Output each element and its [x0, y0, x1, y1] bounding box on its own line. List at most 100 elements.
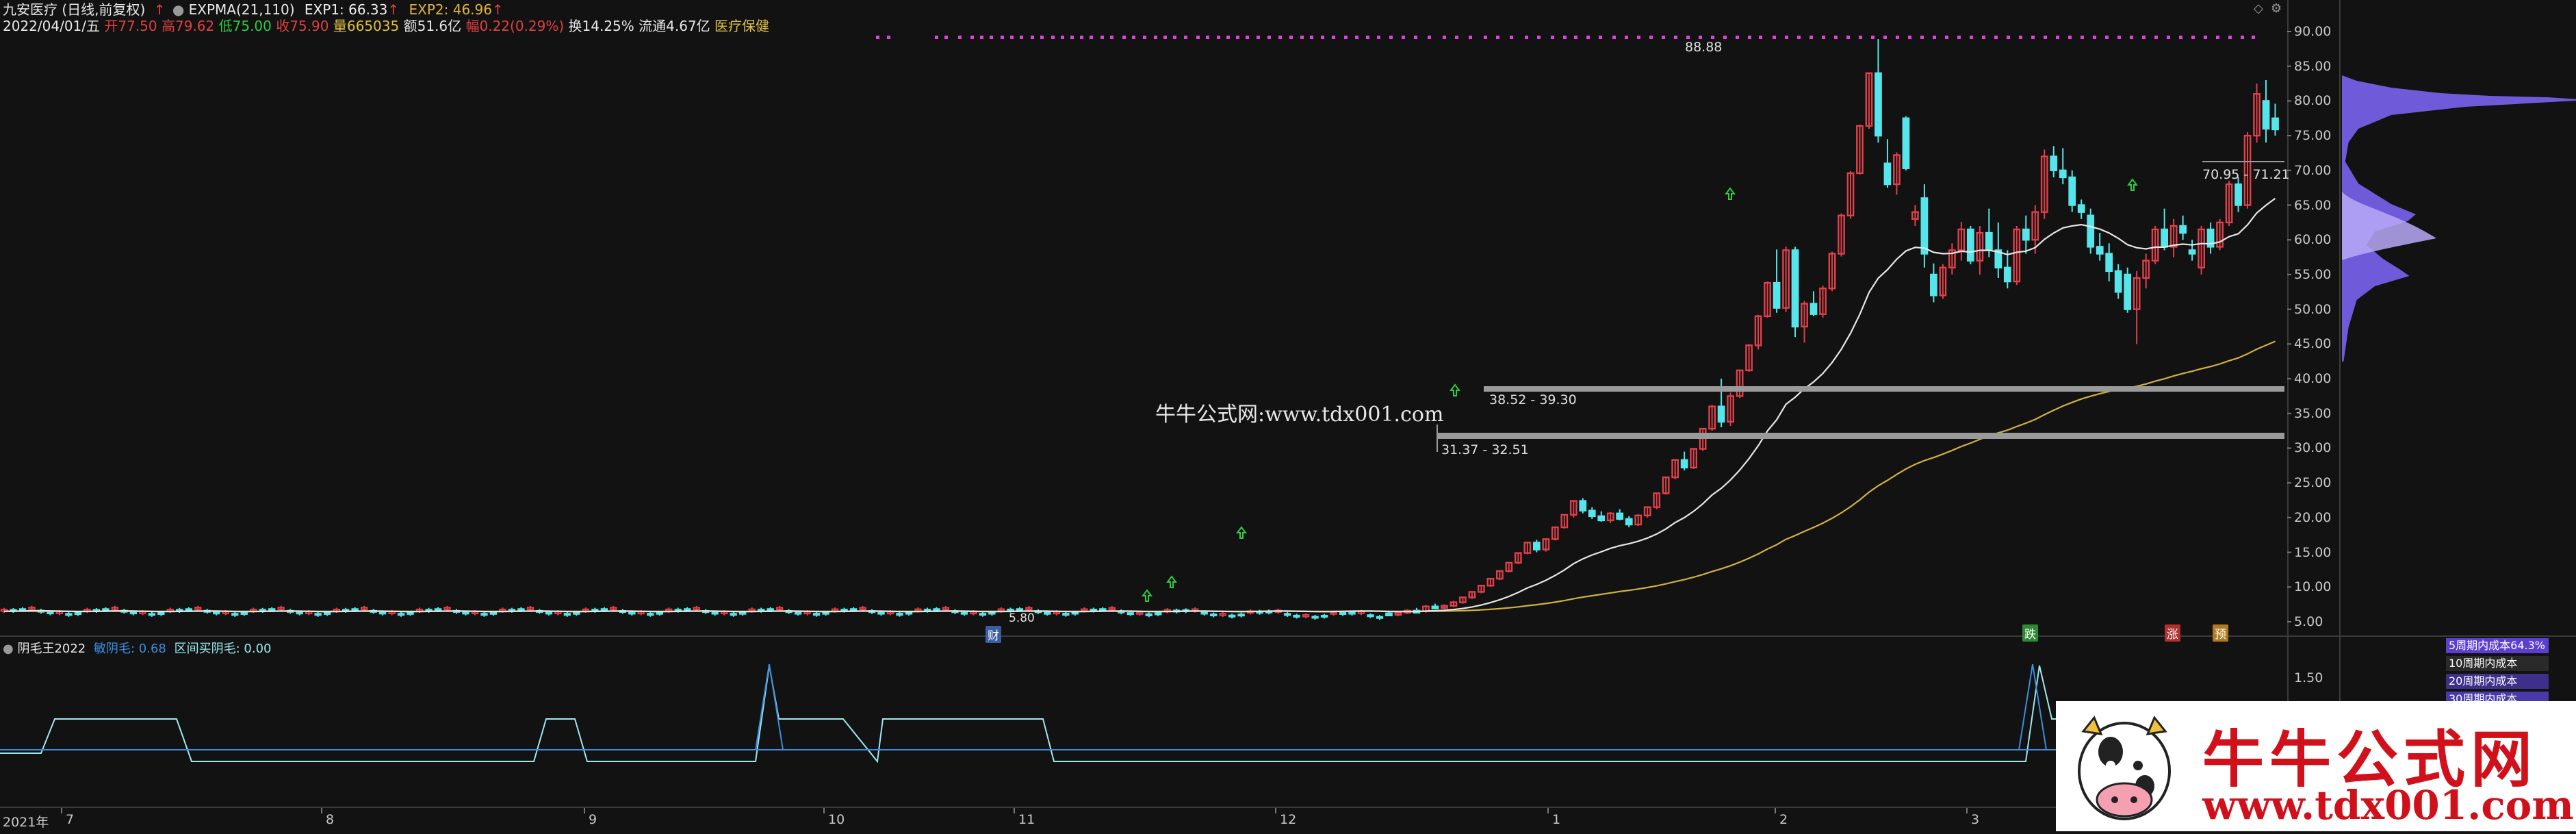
- signal-dot: [1321, 36, 1324, 39]
- price-tick-label: 5.00: [2294, 614, 2323, 629]
- signal-dot: [2252, 36, 2255, 39]
- signal-dot: [1469, 36, 1472, 39]
- signal-dot: [1920, 36, 1924, 39]
- quote-row: 2022/04/01/五 开77.50 高79.62 低75.00 收75.90…: [3, 18, 769, 34]
- indicator-name[interactable]: EXPMA(21,110): [189, 1, 295, 18]
- signal-dot: [980, 36, 983, 39]
- signal-dot: [2117, 36, 2121, 39]
- price-tick-label: 70.00: [2294, 162, 2332, 178]
- price-tick-label: 55.00: [2294, 266, 2332, 282]
- candle-body: [1145, 613, 1152, 616]
- signal-dot: [1278, 36, 1282, 39]
- candle-body: [1283, 613, 1291, 616]
- signal-dot: [1246, 36, 1249, 39]
- candle-body: [1200, 611, 1208, 615]
- candle-body: [2114, 270, 2122, 293]
- exp1-arrow-icon: ↑: [387, 1, 400, 18]
- event-tag-rise[interactable]: 涨: [2165, 624, 2180, 642]
- quote-high: 高79.62: [162, 18, 215, 34]
- event-tag-finance[interactable]: 财: [986, 626, 1001, 643]
- candle-body: [1320, 614, 1328, 618]
- signal-dot: [1748, 36, 1751, 39]
- candle-body: [573, 611, 580, 615]
- candle-body: [1625, 518, 1633, 526]
- sub-settings-icon[interactable]: ●: [3, 642, 14, 656]
- diamond-icon[interactable]: ◇: [2254, 1, 2263, 16]
- signal-dot: [1010, 36, 1014, 39]
- signal-dot: [1525, 36, 1528, 39]
- support-box-1: [1484, 386, 2284, 392]
- price-tick-label: 60.00: [2294, 232, 2332, 248]
- signal-dot: [2154, 36, 2158, 39]
- sub-panel-header: ● 阴毛王2022 敏阴毛: 0.68 区间买阴毛: 0.00: [3, 641, 271, 657]
- sector-tag[interactable]: 医疗保健: [714, 18, 769, 34]
- signal-dot: [2044, 36, 2047, 39]
- candle-body: [1588, 509, 1596, 518]
- low-price-mark: 5.80: [1009, 611, 1035, 625]
- sub-line1-value: 敏阴毛: 0.68: [94, 642, 166, 656]
- price-axis-divider: [2287, 0, 2289, 808]
- buy-arrow-icon: [1450, 383, 1460, 396]
- box-range-label-2: 31.37 - 32.51: [1441, 442, 1529, 457]
- signal-dot: [1896, 36, 1899, 39]
- candle-body: [1016, 608, 1024, 611]
- candle-body: [157, 611, 165, 616]
- signal-dot: [944, 36, 948, 39]
- settings-circle-icon[interactable]: ●: [172, 1, 184, 18]
- signal-dot: [2007, 36, 2010, 39]
- candle-body: [877, 611, 885, 615]
- candle-body: [1339, 611, 1347, 615]
- period-mode[interactable]: (日线,前复权): [62, 1, 145, 18]
- watermark-text: 牛牛公式网:www.tdx001.com: [1155, 403, 1444, 427]
- candle-body: [2050, 155, 2058, 172]
- signal-dot: [2068, 36, 2072, 39]
- up-arrow-icon: ↑: [153, 1, 166, 18]
- signal-dot: [2179, 36, 2182, 39]
- high-price-mark: 88.88: [1685, 40, 1723, 55]
- candle-body: [2077, 204, 2085, 213]
- signal-dot: [1196, 36, 1200, 39]
- candle-body: [47, 611, 54, 615]
- candle-body: [1616, 512, 1624, 520]
- candle-body: [1044, 611, 1051, 615]
- event-tag-forecast[interactable]: 预: [2213, 624, 2228, 642]
- signal-dot: [1994, 36, 1998, 39]
- signal-dot: [1773, 36, 1776, 39]
- candle-body: [296, 611, 303, 615]
- sub-indicator-name[interactable]: 阴毛王2022: [17, 642, 86, 656]
- logo-url: www.tdx001.com: [2202, 782, 2574, 829]
- signal-dot: [1662, 36, 1665, 39]
- signal-dot: [1300, 36, 1304, 39]
- candle-body: [2105, 253, 2113, 273]
- settings-icon[interactable]: ⚙: [2271, 1, 2282, 16]
- candle-body: [2188, 249, 2196, 255]
- quote-volume: 量665035: [333, 18, 400, 34]
- signal-dot: [2167, 36, 2170, 39]
- signal-dot: [2056, 36, 2059, 39]
- signal-dot: [2019, 36, 2022, 39]
- price-tick-label: 30.00: [2294, 440, 2332, 456]
- signal-dot: [1080, 36, 1083, 39]
- event-tag-fall[interactable]: 跌: [2022, 624, 2038, 642]
- candle-body: [1532, 542, 1541, 551]
- volume-profile-highlight: [2342, 192, 2436, 260]
- signal-dot: [1496, 36, 1499, 39]
- candle-body: [1717, 405, 1725, 423]
- signal-dot: [1933, 36, 1936, 39]
- signal-dot: [1785, 36, 1788, 39]
- signal-dot: [1945, 36, 1948, 39]
- quote-turnover: 换14.25%: [568, 18, 634, 34]
- price-tick-label: 35.00: [2294, 405, 2332, 421]
- signal-dot: [1366, 36, 1369, 39]
- signal-dot: [1132, 36, 1135, 39]
- candle-body: [102, 608, 110, 611]
- time-tick-label: 1: [1552, 812, 1561, 827]
- stock-name: 九安医疗: [3, 1, 57, 18]
- signal-dot: [2191, 36, 2195, 39]
- signal-dot: [1154, 36, 1157, 39]
- signal-dot: [1355, 36, 1358, 39]
- exp2-arrow-icon: ↑: [492, 1, 504, 18]
- signal-dot: [2142, 36, 2146, 39]
- signal-dot: [1110, 36, 1113, 39]
- candle-body: [563, 613, 571, 616]
